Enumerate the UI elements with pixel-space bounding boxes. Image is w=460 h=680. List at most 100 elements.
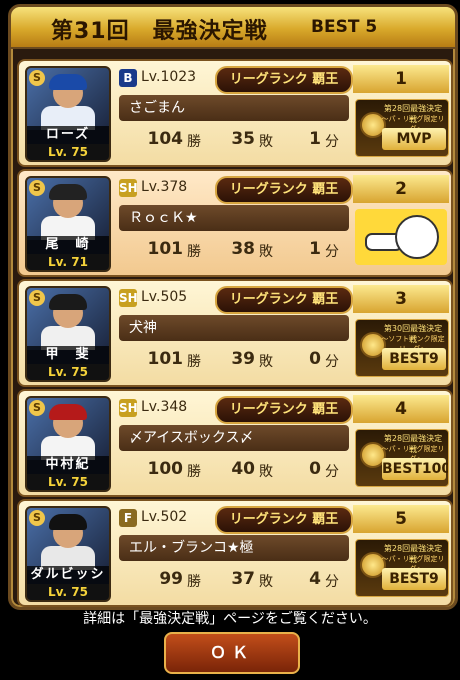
losses-value: 40 <box>231 459 255 479</box>
team-logo-icon: SH <box>119 289 138 307</box>
draws-unit: 分 <box>325 134 339 150</box>
rarity-badge-icon: S <box>29 510 45 526</box>
draws-unit: 分 <box>325 354 339 370</box>
league-rank-badge: リーグランク 覇王 <box>215 396 353 424</box>
dialog-title: 第31回 最強決定戦 <box>51 19 268 44</box>
wins-unit: 勝 <box>187 134 201 150</box>
win-loss-record: 101 勝 38 敗 1 分 <box>119 239 349 265</box>
player-level: Lv. 75 <box>27 584 109 600</box>
league-rank-badge: リーグランク 覇王 <box>215 66 353 94</box>
league-rank-label: リーグランク 覇王 <box>229 512 339 527</box>
win-loss-record: 100 勝 40 敗 0 分 <box>119 459 349 485</box>
team-logo-icon: SH <box>119 399 138 417</box>
award-badge: 第28回最強決定戦 ～パ・リーグ限定リーグ～ MVP <box>355 99 449 157</box>
rarity-badge-icon: S <box>29 70 45 86</box>
player-card[interactable]: S ダルビッシュ Lv. 75 <box>25 506 111 602</box>
wins-unit: 勝 <box>187 574 201 590</box>
player-level: Lv. 75 <box>27 364 109 380</box>
wins-value: 104 <box>147 129 184 149</box>
win-loss-record: 101 勝 39 敗 0 分 <box>119 349 349 375</box>
losses-unit: 敗 <box>259 464 273 480</box>
draws-value: 4 <box>309 569 321 589</box>
ranking-row[interactable]: S 中村紀 Lv. 75 SH Lv.348 リーグランク 覇王 4 〆アイスボ… <box>17 389 453 497</box>
player-card[interactable]: S 尾 崎 Lv. 71 <box>25 176 111 272</box>
team-logo-icon: SH <box>119 179 138 197</box>
user-name: ＲｏｃＫ★ <box>119 205 349 231</box>
player-level: Lv. 75 <box>27 474 109 490</box>
rarity-badge-icon: S <box>29 180 45 196</box>
draws-value: 0 <box>309 349 321 369</box>
wins-unit: 勝 <box>187 354 201 370</box>
league-rank-label: リーグランク 覇王 <box>229 182 339 197</box>
player-name: 甲 斐 <box>27 346 109 364</box>
footer-note: 詳細は「最強決定戦」ページをご覧ください。 <box>83 611 377 627</box>
player-name: ダルビッシュ <box>27 566 109 600</box>
ranking-row[interactable]: S 甲 斐 Lv. 75 SH Lv.505 リーグランク 覇王 3 犬神 10… <box>17 279 453 387</box>
wins-unit: 勝 <box>187 244 201 260</box>
rank-number: 4 <box>353 395 449 423</box>
wins-value: 99 <box>159 569 183 589</box>
user-name: エル・ブランコ★極 <box>119 535 349 561</box>
rank-number: 5 <box>353 505 449 533</box>
player-name: 中村紀 <box>27 456 109 474</box>
award-badge: 第28回最強決定戦 ～パ・リーグ限定リーグ～ BEST9 <box>355 539 449 597</box>
wins-value: 100 <box>147 459 184 479</box>
losses-value: 37 <box>231 569 255 589</box>
ok-button[interactable]: ＯＫ <box>164 632 300 674</box>
player-card[interactable]: S 甲 斐 Lv. 75 <box>25 286 111 382</box>
draws-value: 0 <box>309 459 321 479</box>
user-level: Lv.502 <box>141 509 188 525</box>
ranking-row[interactable]: S 尾 崎 Lv. 71 SH Lv.378 リーグランク 覇王 2 ＲｏｃＫ★… <box>17 169 453 277</box>
league-rank-badge: リーグランク 覇王 <box>215 176 353 204</box>
rank-number: 2 <box>353 175 449 203</box>
award-badge: 第28回最強決定戦 ～パ・リーグ限定リーグ～ BEST100 <box>355 429 449 487</box>
draws-unit: 分 <box>325 574 339 590</box>
losses-unit: 敗 <box>259 134 273 150</box>
losses-unit: 敗 <box>259 244 273 260</box>
league-rank-label: リーグランク 覇王 <box>229 402 339 417</box>
user-level: Lv.378 <box>141 179 188 195</box>
losses-value: 35 <box>231 129 255 149</box>
team-logo-icon: B <box>119 69 137 87</box>
award-label: BEST100 <box>382 458 448 480</box>
dialog-header: 第31回 最強決定戦 BEST 5 <box>11 7 455 49</box>
player-name: ローズ <box>27 126 109 144</box>
award-label: BEST9 <box>382 348 446 370</box>
rarity-badge-icon: S <box>29 400 45 416</box>
ranking-dialog: 第31回 最強決定戦 BEST 5 S ローズ Lv. 75 B Lv.1023… <box>8 4 458 610</box>
win-loss-record: 99 勝 37 敗 4 分 <box>119 569 349 595</box>
award-label: BEST9 <box>382 568 446 590</box>
league-rank-label: リーグランク 覇王 <box>229 72 339 87</box>
user-level: Lv.348 <box>141 399 188 415</box>
user-name: さごまん <box>119 95 349 121</box>
mascot-icon <box>355 209 447 265</box>
team-logo-icon: F <box>119 509 137 527</box>
player-level: Lv. 75 <box>27 144 109 160</box>
user-level: Lv.505 <box>141 289 188 305</box>
ranking-row[interactable]: S ローズ Lv. 75 B Lv.1023 リーグランク 覇王 1 さごまん … <box>17 59 453 167</box>
user-level: Lv.1023 <box>141 69 197 85</box>
rank-number: 3 <box>353 285 449 313</box>
league-rank-badge: リーグランク 覇王 <box>215 286 353 314</box>
win-loss-record: 104 勝 35 敗 1 分 <box>119 129 349 155</box>
wins-value: 101 <box>147 239 184 259</box>
draws-unit: 分 <box>325 244 339 260</box>
rarity-badge-icon: S <box>29 290 45 306</box>
draws-value: 1 <box>309 129 321 149</box>
draws-value: 1 <box>309 239 321 259</box>
league-rank-badge: リーグランク 覇王 <box>215 506 353 534</box>
wins-value: 101 <box>147 349 184 369</box>
player-card[interactable]: S ローズ Lv. 75 <box>25 66 111 162</box>
league-rank-label: リーグランク 覇王 <box>229 292 339 307</box>
draws-unit: 分 <box>325 464 339 480</box>
best-label: BEST 5 <box>311 17 378 37</box>
user-name: 犬神 <box>119 315 349 341</box>
player-level: Lv. 71 <box>27 254 109 270</box>
rank-number: 1 <box>353 65 449 93</box>
award-label: MVP <box>382 128 446 150</box>
losses-unit: 敗 <box>259 354 273 370</box>
ranking-row[interactable]: S ダルビッシュ Lv. 75 F Lv.502 リーグランク 覇王 5 エル・… <box>17 499 453 607</box>
user-name: 〆アイスボックス〆 <box>119 425 349 451</box>
player-name: 尾 崎 <box>27 236 109 254</box>
player-card[interactable]: S 中村紀 Lv. 75 <box>25 396 111 492</box>
